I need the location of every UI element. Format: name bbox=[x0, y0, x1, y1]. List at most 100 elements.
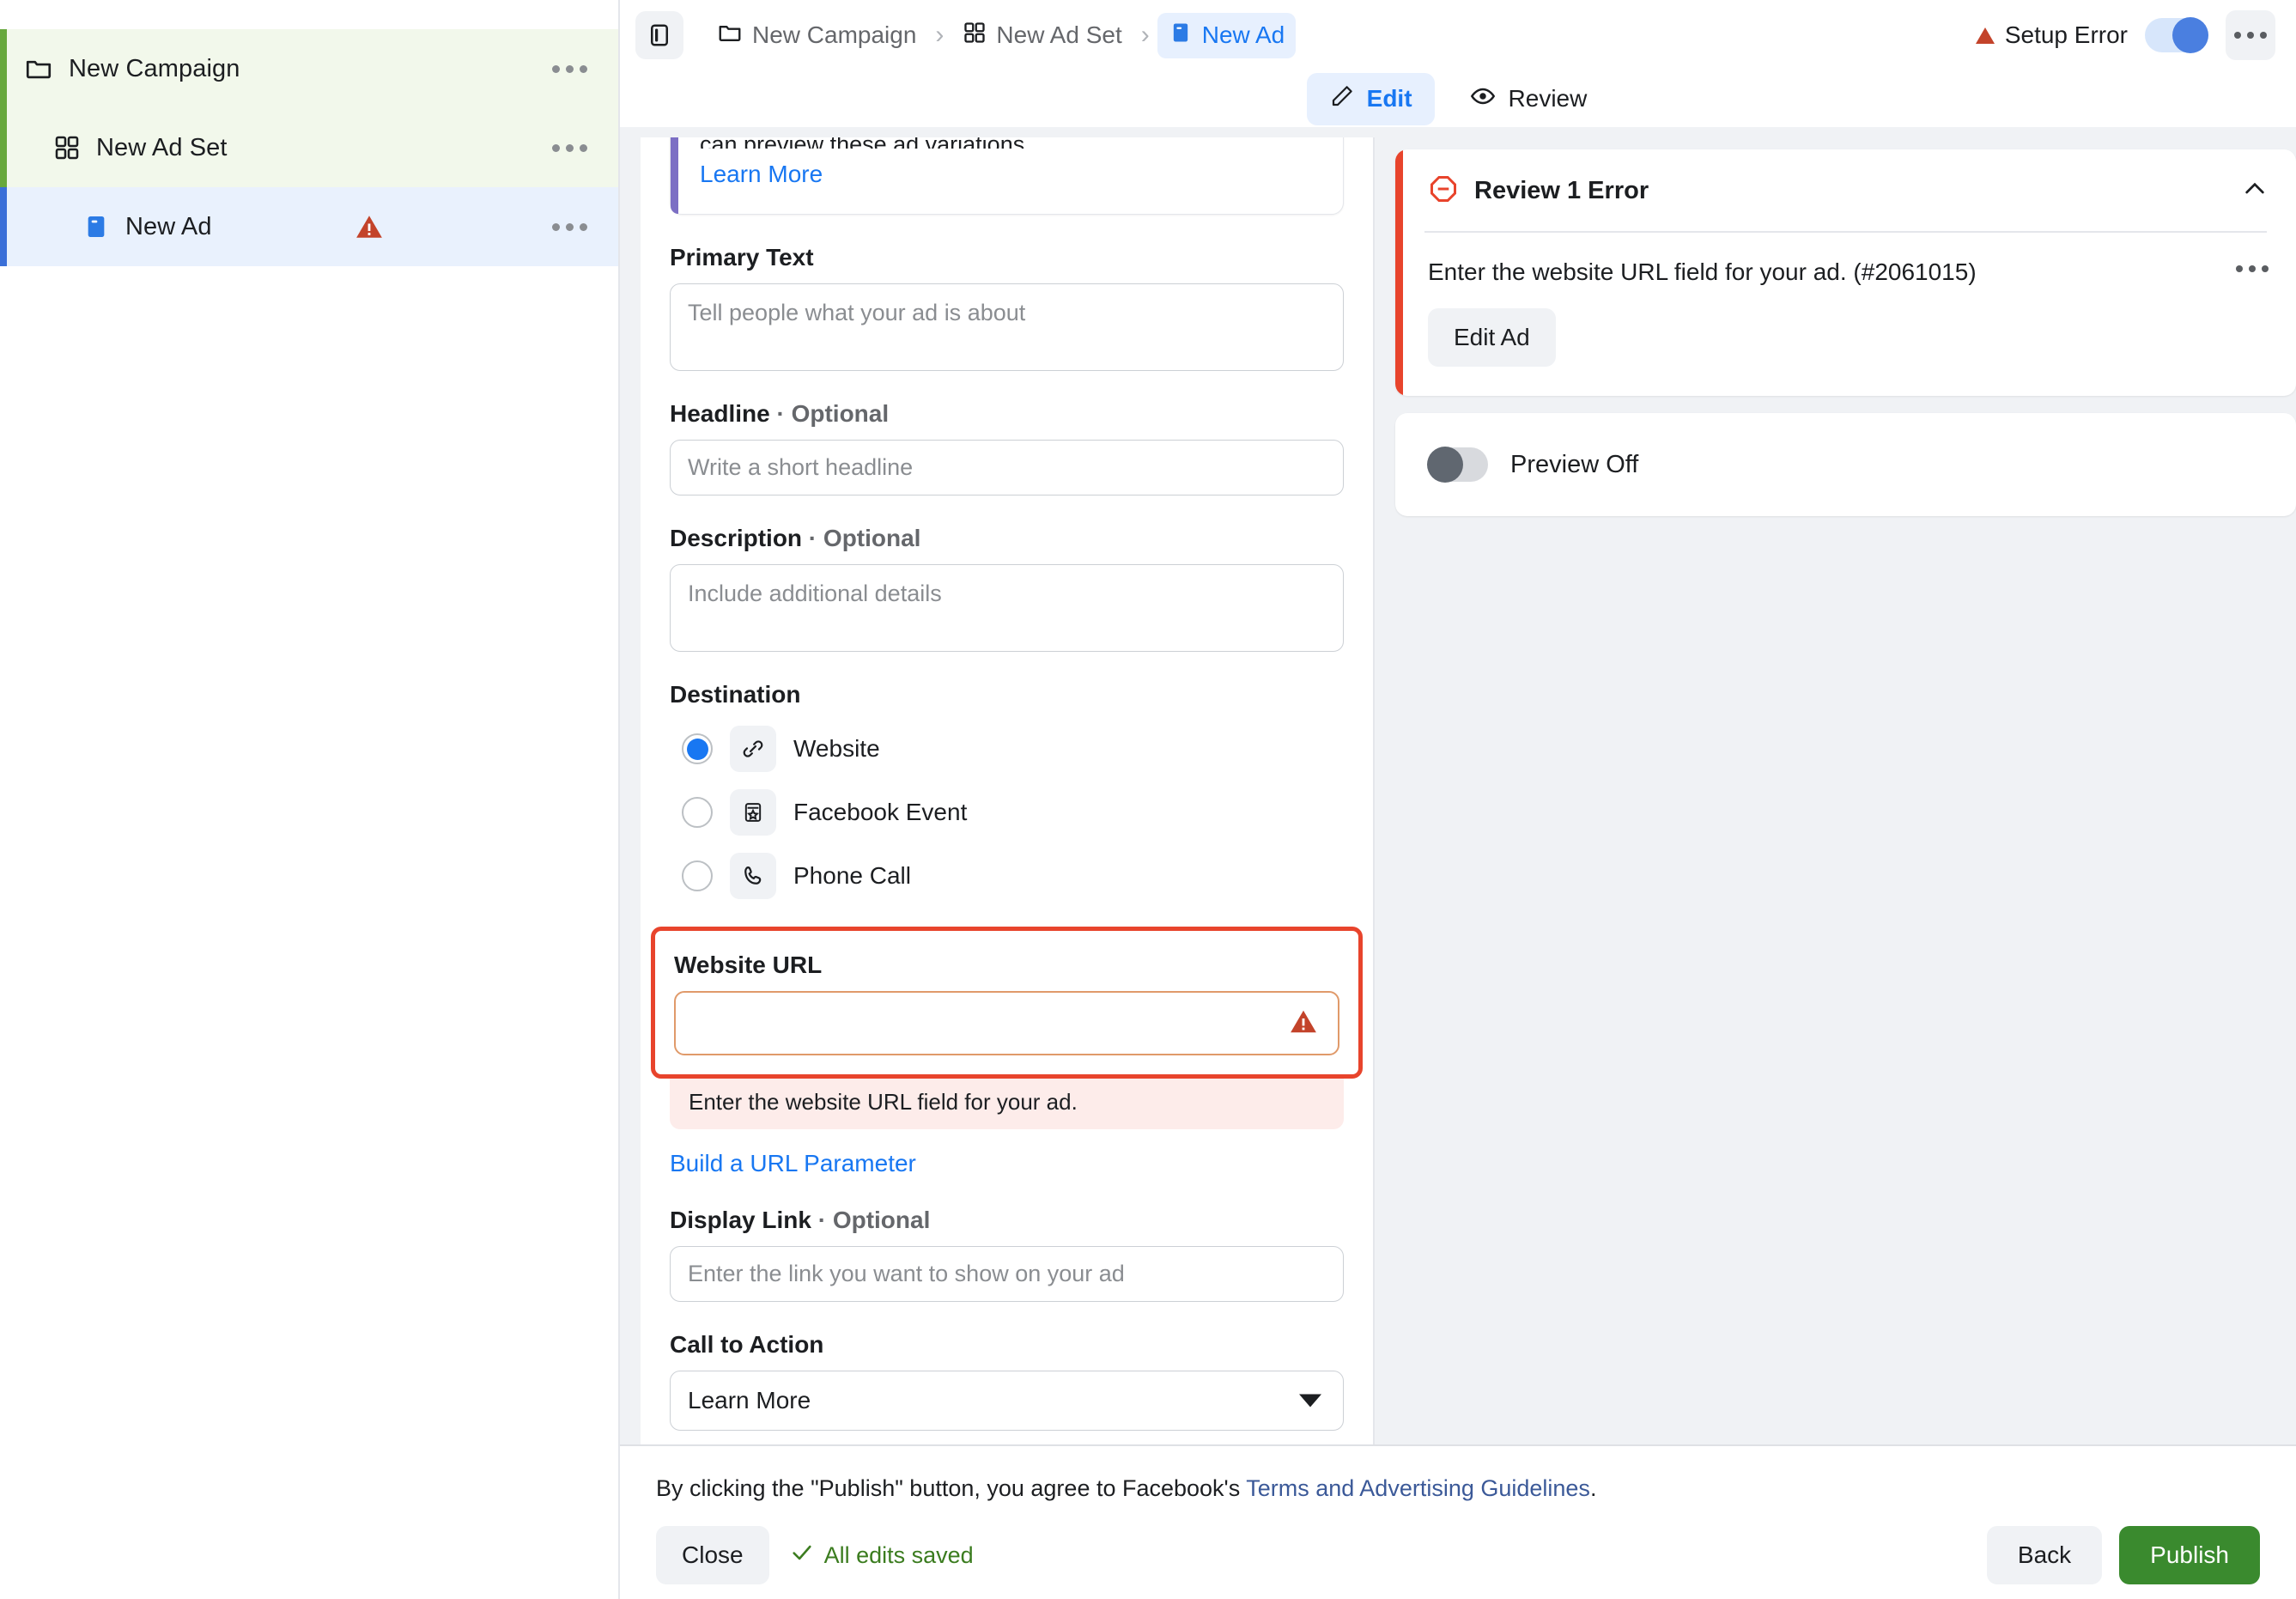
breadcrumb-item-new-ad-set[interactable]: New Ad Set bbox=[951, 13, 1133, 58]
app-root: New Campaign New Ad Set New Ad New Campa… bbox=[0, 0, 2296, 1599]
breadcrumb-separator: › bbox=[1140, 21, 1150, 49]
sidebar-panel-icon[interactable] bbox=[635, 11, 683, 59]
row-more-icon[interactable] bbox=[547, 216, 592, 238]
form-inner: can preview these ad variations. Learn M… bbox=[641, 137, 1373, 1444]
review-error-card-body: Enter the website URL field for your ad.… bbox=[1395, 233, 2296, 396]
terms-prefix: By clicking the "Publish" button, you ag… bbox=[656, 1475, 1247, 1501]
folder-icon bbox=[717, 20, 743, 52]
banner-learn-more-link[interactable]: Learn More bbox=[700, 161, 823, 188]
review-error-line: Enter the website URL field for your ad.… bbox=[1428, 255, 2269, 289]
edit-ad-button[interactable]: Edit Ad bbox=[1428, 308, 1556, 367]
website-url-label: Website URL bbox=[674, 951, 823, 978]
save-status-label: All edits saved bbox=[823, 1541, 974, 1568]
call-to-action-select[interactable]: Learn More bbox=[670, 1371, 1344, 1431]
radio-phone-call[interactable] bbox=[682, 860, 713, 891]
grid-icon bbox=[53, 134, 81, 161]
website-url-input[interactable] bbox=[674, 991, 1339, 1055]
sidebar-item-label: New Ad Set bbox=[96, 133, 228, 161]
toggle-knob bbox=[1427, 447, 1463, 483]
destination-option-label: Website bbox=[793, 735, 880, 762]
headline-input[interactable] bbox=[670, 440, 1344, 496]
main-area: New Campaign › New Ad Set › New Ad Setup… bbox=[620, 0, 2296, 1599]
call-to-action-label: Call to Action bbox=[670, 1331, 824, 1358]
review-error-card: Review 1 Error Enter the website URL fie… bbox=[1395, 149, 2296, 396]
phone-icon bbox=[730, 853, 776, 899]
description-label-text: Description bbox=[670, 525, 803, 551]
display-link-input[interactable] bbox=[670, 1246, 1344, 1302]
footer-right-actions: Back Publish bbox=[1986, 1526, 2260, 1584]
sidebar-item-new-campaign[interactable]: New Campaign bbox=[0, 29, 618, 108]
toggle-knob bbox=[2172, 17, 2208, 53]
sidebar: New Campaign New Ad Set New Ad bbox=[0, 0, 620, 1599]
build-url-parameter-link[interactable]: Build a URL Parameter bbox=[670, 1150, 916, 1176]
destination-label: Destination bbox=[670, 681, 801, 708]
tab-edit[interactable]: Edit bbox=[1306, 72, 1435, 125]
status-badge: Setup Error bbox=[1975, 21, 2128, 49]
radio-facebook-event[interactable] bbox=[682, 797, 713, 828]
headline-label: Headline · Optional bbox=[670, 400, 1344, 428]
folder-icon bbox=[24, 54, 53, 83]
destination-option-phone-call[interactable]: Phone Call bbox=[670, 844, 1344, 908]
publish-button[interactable]: Publish bbox=[2119, 1526, 2260, 1584]
breadcrumb: New Campaign › New Ad Set › New Ad bbox=[706, 12, 1297, 59]
preview-card: Preview Off bbox=[1395, 413, 2296, 516]
warning-triangle-icon bbox=[1288, 1006, 1319, 1040]
display-link-label-text: Display Link bbox=[670, 1207, 811, 1233]
destination-option-facebook-event[interactable]: Facebook Event bbox=[670, 781, 1344, 844]
topbar-right-group: Setup Error bbox=[1975, 10, 2275, 60]
status-label: Setup Error bbox=[2004, 21, 2128, 48]
back-button[interactable]: Back bbox=[1986, 1526, 2103, 1584]
website-url-error-highlight: Website URL bbox=[651, 927, 1363, 1079]
chevron-down-icon bbox=[1299, 1394, 1321, 1407]
warning-triangle-icon bbox=[354, 212, 385, 241]
footer-bar: By clicking the "Publish" button, you ag… bbox=[620, 1444, 2296, 1599]
sidebar-item-new-ad[interactable]: New Ad bbox=[0, 187, 618, 266]
close-button[interactable]: Close bbox=[656, 1526, 769, 1584]
breadcrumb-label: New Ad bbox=[1201, 21, 1285, 48]
primary-text-label: Primary Text bbox=[670, 244, 814, 271]
description-label: Description · Optional bbox=[670, 525, 1344, 552]
primary-text-input[interactable] bbox=[670, 283, 1344, 371]
sidebar-item-label: New Campaign bbox=[69, 54, 240, 82]
ad-card-icon bbox=[82, 213, 110, 240]
eye-icon bbox=[1469, 82, 1497, 116]
description-optional-suffix: · Optional bbox=[802, 525, 921, 551]
radio-website[interactable] bbox=[682, 733, 713, 764]
preview-card-row: Preview Off bbox=[1395, 413, 2296, 516]
sidebar-item-label: New Ad bbox=[125, 212, 212, 240]
destination-option-label: Phone Call bbox=[793, 862, 911, 889]
headline-optional-suffix: · Optional bbox=[769, 400, 890, 427]
banner-accent-bar bbox=[671, 137, 678, 214]
ad-creative-form-panel: can preview these ad variations. Learn M… bbox=[641, 137, 1375, 1444]
preview-toggle[interactable] bbox=[1427, 447, 1488, 483]
tab-bar: Edit Review bbox=[620, 70, 2296, 127]
breadcrumb-item-new-campaign[interactable]: New Campaign bbox=[706, 12, 927, 59]
display-link-label: Display Link · Optional bbox=[670, 1207, 1344, 1234]
chevron-up-icon[interactable] bbox=[2241, 175, 2269, 207]
breadcrumb-item-new-ad[interactable]: New Ad bbox=[1157, 12, 1297, 58]
description-input[interactable] bbox=[670, 564, 1344, 652]
destination-option-label: Facebook Event bbox=[793, 799, 968, 825]
banner-clipped-text: can preview these ad variations. bbox=[700, 137, 1322, 149]
call-to-action-select-wrap: Learn More bbox=[670, 1371, 1344, 1431]
row-more-icon[interactable] bbox=[547, 137, 592, 159]
warning-triangle-icon bbox=[1975, 27, 1995, 44]
review-error-message: Enter the website URL field for your ad.… bbox=[1428, 258, 1977, 285]
destination-option-website[interactable]: Website bbox=[670, 717, 1344, 781]
terms-link[interactable]: Terms and Advertising Guidelines bbox=[1246, 1475, 1590, 1501]
grid-icon bbox=[963, 21, 987, 51]
display-link-optional-suffix: · Optional bbox=[811, 1207, 931, 1233]
more-horizontal-icon[interactable] bbox=[2226, 10, 2275, 60]
breadcrumb-separator: › bbox=[935, 21, 945, 49]
tab-review[interactable]: Review bbox=[1447, 72, 1610, 126]
pencil-icon bbox=[1329, 83, 1355, 115]
info-banner: can preview these ad variations. Learn M… bbox=[670, 137, 1344, 215]
ad-active-toggle[interactable] bbox=[2145, 17, 2208, 53]
terms-text: By clicking the "Publish" button, you ag… bbox=[656, 1475, 2260, 1502]
row-more-icon[interactable] bbox=[547, 58, 592, 80]
breadcrumb-label: New Campaign bbox=[752, 21, 917, 48]
sidebar-item-new-ad-set[interactable]: New Ad Set bbox=[0, 108, 618, 187]
preview-toggle-label: Preview Off bbox=[1510, 450, 1639, 478]
ad-card-icon bbox=[1169, 21, 1193, 51]
more-horizontal-icon[interactable] bbox=[2236, 255, 2269, 272]
